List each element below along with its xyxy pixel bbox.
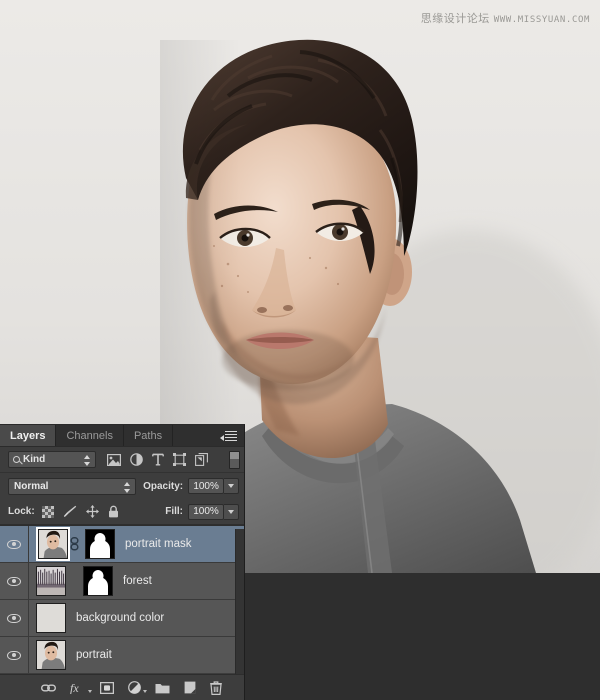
link-layers-icon[interactable] <box>40 683 56 693</box>
shape-layer-filter-icon[interactable] <box>173 453 186 466</box>
filter-enable-toggle[interactable] <box>229 450 240 469</box>
eye-icon <box>7 539 21 549</box>
filter-kind-label: Kind <box>23 454 46 465</box>
new-group-icon[interactable] <box>155 682 170 694</box>
pixel-layer-filter-icon[interactable] <box>107 453 121 466</box>
lock-position-icon[interactable] <box>85 505 99 518</box>
blend-mode-select[interactable]: Normal <box>8 477 137 495</box>
chevron-updown-icon <box>124 481 131 493</box>
layer-row-background-color[interactable]: background color <box>0 600 244 637</box>
tab-channels-label: Channels <box>66 429 113 442</box>
layer-thumbnail[interactable] <box>36 603 66 633</box>
layers-panel-footer: fx <box>0 674 244 700</box>
panel-tab-bar: Layers Channels Paths <box>0 425 244 447</box>
layer-row-portrait[interactable]: portrait <box>0 637 244 673</box>
mask-silhouette <box>90 540 110 558</box>
magnifier-icon <box>13 456 20 463</box>
layer-style-fx-icon[interactable]: fx <box>70 681 92 694</box>
fill-label: Fill: <box>165 506 183 517</box>
eye-icon <box>7 613 21 623</box>
opacity-dropdown-arrow[interactable] <box>224 478 239 494</box>
layers-panel: Layers Channels Paths Kind Normal Opacit… <box>0 424 245 700</box>
layer-row-forest[interactable]: forest <box>0 563 244 600</box>
opacity-label: Opacity: <box>143 480 184 492</box>
hamburger-menu-icon <box>220 431 237 441</box>
layer-visibility-toggle[interactable] <box>0 637 29 673</box>
mask-silhouette <box>88 577 108 595</box>
layer-visibility-toggle[interactable] <box>0 563 29 599</box>
lock-label: Lock: <box>8 506 35 517</box>
lock-buttons <box>41 505 119 518</box>
lock-all-icon[interactable] <box>108 505 119 518</box>
layer-list[interactable]: portrait mask forest background color po… <box>0 525 244 673</box>
blend-mode-value: Normal <box>14 480 49 492</box>
opacity-input[interactable]: 100% <box>188 478 225 494</box>
layer-visibility-toggle[interactable] <box>0 600 29 636</box>
layer-thumbnail[interactable] <box>38 529 68 559</box>
fill-input[interactable]: 100% <box>188 503 224 520</box>
filter-kind-select[interactable]: Kind <box>8 451 96 468</box>
tab-channels[interactable]: Channels <box>56 425 124 446</box>
fill-dropdown-arrow[interactable] <box>224 503 239 520</box>
layer-mask-thumbnail[interactable] <box>85 529 115 559</box>
blend-mode-bar: Normal Opacity: 100% <box>0 473 244 499</box>
layer-name[interactable]: background color <box>76 612 164 624</box>
layer-filter-bar: Kind <box>0 447 244 473</box>
svg-text:fx: fx <box>70 681 79 694</box>
layer-name[interactable]: portrait <box>76 649 112 661</box>
tab-bar-filler <box>173 425 218 446</box>
panel-menu-button[interactable] <box>218 425 244 446</box>
type-layer-filter-icon[interactable] <box>152 453 164 466</box>
lock-image-pixels-icon[interactable] <box>63 505 77 518</box>
solid-color-swatch <box>37 604 65 632</box>
layer-mask-link-icon[interactable] <box>69 537 80 551</box>
site-watermark: 思缘设计论坛 WWW.MISSYUAN.COM <box>421 10 590 26</box>
lock-transparency-icon[interactable] <box>41 505 54 518</box>
layer-thumbnail[interactable] <box>36 566 66 596</box>
new-layer-icon[interactable] <box>184 681 196 694</box>
watermark-url: WWW.MISSYUAN.COM <box>493 15 590 25</box>
eye-icon <box>7 650 21 660</box>
watermark-chinese: 思缘设计论坛 <box>420 12 490 25</box>
layer-mask-thumbnail[interactable] <box>83 566 113 596</box>
layer-list-scrollbar[interactable] <box>235 529 244 675</box>
eye-icon <box>7 576 21 586</box>
layer-thumbnail[interactable] <box>36 640 66 670</box>
add-layer-mask-icon[interactable] <box>99 681 114 694</box>
tab-paths[interactable]: Paths <box>123 425 174 446</box>
layer-visibility-toggle[interactable] <box>0 526 29 562</box>
delete-layer-icon[interactable] <box>209 680 222 695</box>
fill-value: 100% <box>193 506 219 517</box>
tab-layers[interactable]: Layers <box>0 425 57 446</box>
opacity-value: 100% <box>193 480 219 492</box>
tab-paths-label: Paths <box>133 429 163 442</box>
layer-name[interactable]: portrait mask <box>125 538 191 550</box>
tab-layers-label: Layers <box>10 429 46 442</box>
chevron-updown-icon <box>84 455 91 466</box>
layer-name[interactable]: forest <box>123 575 152 587</box>
filter-type-icons <box>107 453 208 466</box>
lock-bar: Lock: Fill: 100% <box>0 499 244 525</box>
new-adjustment-layer-icon[interactable] <box>127 681 147 694</box>
layer-row-portrait-mask[interactable]: portrait mask <box>0 526 244 563</box>
smart-object-filter-icon[interactable] <box>195 453 208 466</box>
adjustment-layer-filter-icon[interactable] <box>130 453 143 466</box>
photoshop-window: 思缘设计论坛 WWW.MISSYUAN.COM Layers Channels … <box>0 0 600 700</box>
